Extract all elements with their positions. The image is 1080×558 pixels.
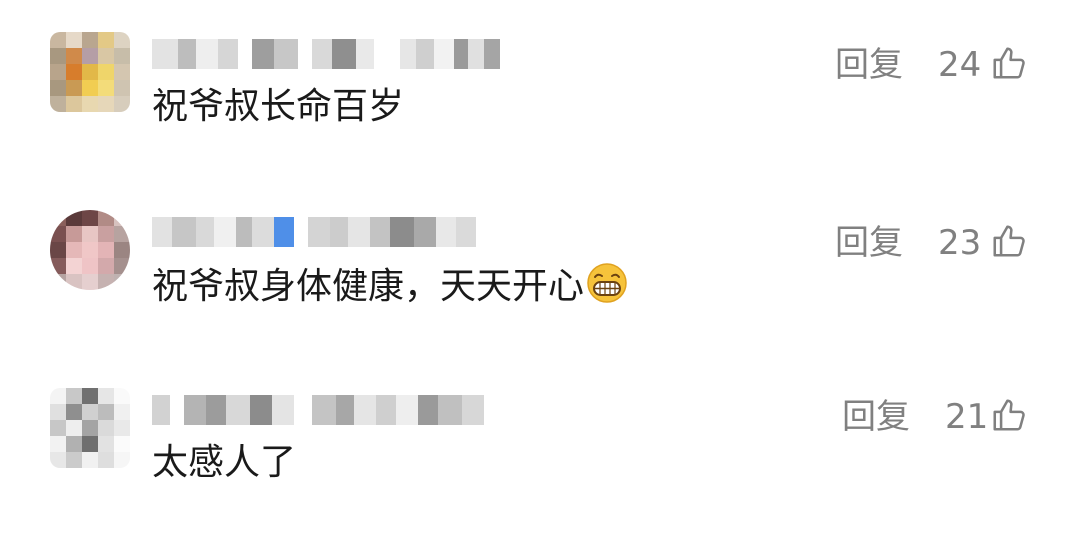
comment-text: 祝爷叔长命百岁: [152, 86, 405, 127]
thumbs-up-icon[interactable]: [990, 222, 1028, 260]
like-count: 23: [938, 223, 982, 263]
username-redacted[interactable]: [152, 390, 484, 430]
grinning-face-emoji: [587, 263, 627, 303]
comment-text-content: 祝爷叔身体健康，天天开心: [152, 266, 585, 307]
comment-item: 祝爷叔身体健康，天天开心 回复 23: [0, 210, 1080, 380]
comment-text: 太感人了: [152, 442, 297, 483]
reply-button[interactable]: 回复: [835, 220, 903, 266]
thumbs-up-icon[interactable]: [990, 44, 1028, 82]
like-count: 24: [938, 45, 982, 85]
like-count: 21: [945, 397, 989, 437]
username-redacted[interactable]: [152, 212, 476, 252]
comment-text: 祝爷叔身体健康，天天开心: [152, 262, 628, 310]
reply-button[interactable]: 回复: [835, 42, 903, 88]
reply-button[interactable]: 回复: [842, 394, 910, 440]
thumbs-up-icon[interactable]: [990, 396, 1028, 434]
comment-item: 太感人了 回复 21: [0, 388, 1080, 558]
avatar[interactable]: [50, 210, 130, 290]
comment-item: 祝爷叔长命百岁 回复 24: [0, 32, 1080, 202]
avatar[interactable]: [50, 388, 130, 468]
username-redacted[interactable]: [152, 34, 500, 74]
avatar[interactable]: [50, 32, 130, 112]
